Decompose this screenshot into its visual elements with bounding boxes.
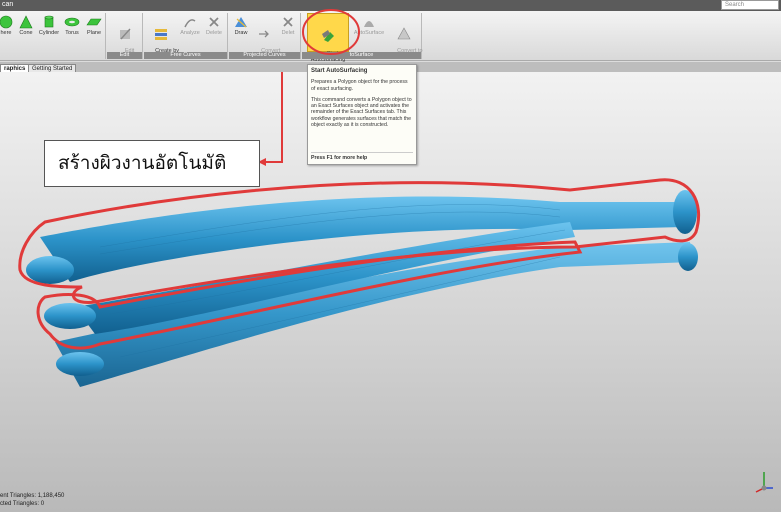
window-title: can bbox=[2, 1, 14, 8]
torus-button[interactable]: Torus bbox=[63, 15, 81, 36]
tooltip-start-autosurfacing: Start AutoSurfacing Prepares a Polygon o… bbox=[307, 64, 417, 165]
sphere-button[interactable]: here bbox=[0, 15, 16, 36]
edit-group: Edit Features Edit bbox=[107, 13, 143, 60]
edit-group-label: Edit bbox=[107, 52, 142, 59]
create-by-section-icon bbox=[155, 29, 167, 40]
free-curves-delete-label: Delete bbox=[206, 30, 222, 36]
tooltip-help: Press F1 for more help bbox=[311, 151, 413, 161]
cone-button[interactable]: Cone bbox=[17, 15, 35, 36]
free-curves-delete-button[interactable]: Delete bbox=[203, 15, 225, 36]
selected-triangle-count: cted Triangles: 0 bbox=[0, 501, 45, 507]
projected-curves-group-label: Projected Curves bbox=[229, 52, 300, 59]
plane-button[interactable]: Plane bbox=[84, 15, 104, 36]
ribbon: here Cone Cylinder Torus Plane Edit Feat… bbox=[0, 11, 781, 63]
search-input[interactable]: Search bbox=[721, 0, 779, 10]
delete-icon bbox=[209, 17, 219, 27]
title-bar: can Search bbox=[0, 0, 781, 11]
convert-to-icon bbox=[259, 30, 269, 38]
cylinder-icon bbox=[44, 15, 54, 28]
convert-to-polygons-icon bbox=[397, 27, 411, 40]
torus-icon bbox=[64, 17, 80, 27]
tooltip-description: Prepares a Polygon object for the proces… bbox=[311, 79, 408, 92]
status-area: ent Triangles: 1,188,450 cted Triangles:… bbox=[0, 492, 64, 508]
analyze-icon bbox=[184, 19, 196, 28]
projected-curves-delete-button[interactable]: Delet bbox=[277, 15, 299, 36]
analyze-label: Analyze bbox=[180, 30, 200, 36]
model-left-joint-top bbox=[26, 256, 74, 284]
autosurface-icon bbox=[364, 21, 374, 27]
plane-label: Plane bbox=[86, 30, 102, 36]
tab-getting-started[interactable]: Getting Started bbox=[28, 64, 77, 72]
projected-curves-delete-label: Delet bbox=[281, 30, 295, 36]
draw-button[interactable]: Draw bbox=[231, 15, 251, 36]
triangle-count: ent Triangles: 1,188,450 bbox=[0, 493, 65, 499]
projected-delete-icon bbox=[283, 17, 293, 27]
model-right-cap-bottom bbox=[678, 243, 698, 271]
edit-features-icon bbox=[120, 28, 131, 40]
cone-icon bbox=[19, 15, 33, 29]
axis-triad-icon[interactable] bbox=[753, 468, 775, 494]
model-left-joint-bottom bbox=[56, 352, 104, 376]
analyze-button[interactable]: Analyze bbox=[178, 15, 202, 36]
model-left-joint-mid bbox=[44, 303, 96, 329]
torus-label: Torus bbox=[65, 30, 79, 36]
draw-label: Draw bbox=[234, 30, 248, 36]
cylinder-button[interactable]: Cylinder bbox=[37, 15, 61, 36]
tooltip-title: Start AutoSurfacing bbox=[311, 68, 368, 74]
plane-icon bbox=[86, 18, 102, 26]
free-curves-group: Create by Section Analyze Delete Free Cu… bbox=[144, 13, 228, 60]
cone-label: Cone bbox=[19, 30, 33, 36]
sphere-label: here bbox=[0, 30, 12, 36]
cylinder-label: Cylinder bbox=[38, 30, 60, 36]
sphere-icon bbox=[0, 15, 13, 29]
tooltip-details: This command converts a Polygon object t… bbox=[311, 96, 412, 129]
tab-graphics[interactable]: raphics bbox=[0, 64, 30, 72]
projected-curves-group: Draw Convert to Delet Projected Curves bbox=[229, 13, 301, 60]
highlight-circle bbox=[302, 9, 360, 55]
annotation-textbox: สร้างผิวงานอัตโนมัติ bbox=[44, 140, 260, 187]
primitives-group: here Cone Cylinder Torus Plane bbox=[0, 13, 106, 59]
free-curves-group-label: Free Curves bbox=[144, 52, 227, 59]
draw-icon bbox=[235, 17, 247, 28]
